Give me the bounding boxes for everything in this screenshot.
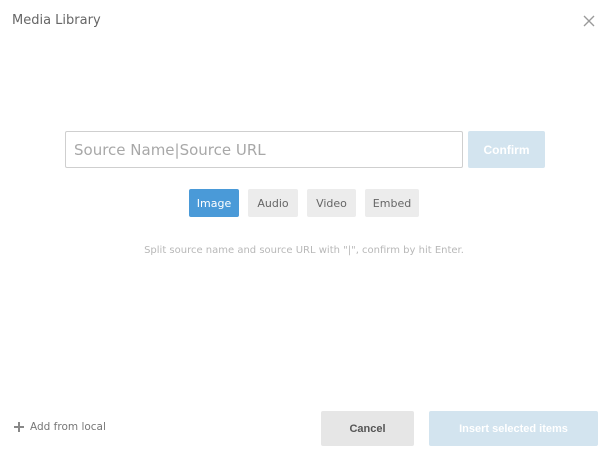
hint-text: Split source name and source URL with "|…	[144, 245, 464, 256]
plus-icon	[14, 422, 24, 432]
insert-selected-button[interactable]: Insert selected items	[429, 411, 598, 446]
tab-image[interactable]: Image	[189, 189, 239, 217]
source-input[interactable]	[65, 131, 463, 168]
tab-audio[interactable]: Audio	[248, 189, 298, 217]
add-from-local-label: Add from local	[30, 421, 106, 433]
cancel-button[interactable]: Cancel	[321, 411, 414, 446]
close-icon[interactable]	[582, 13, 596, 27]
media-library-dialog: Media Library Confirm Image Audio Video …	[0, 0, 608, 455]
tab-embed[interactable]: Embed	[365, 189, 419, 217]
add-from-local-button[interactable]: Add from local	[14, 421, 106, 433]
media-type-tabs: Image Audio Video Embed	[189, 189, 419, 217]
tab-video[interactable]: Video	[307, 189, 356, 217]
dialog-title: Media Library	[12, 13, 101, 28]
confirm-button[interactable]: Confirm	[468, 131, 545, 168]
